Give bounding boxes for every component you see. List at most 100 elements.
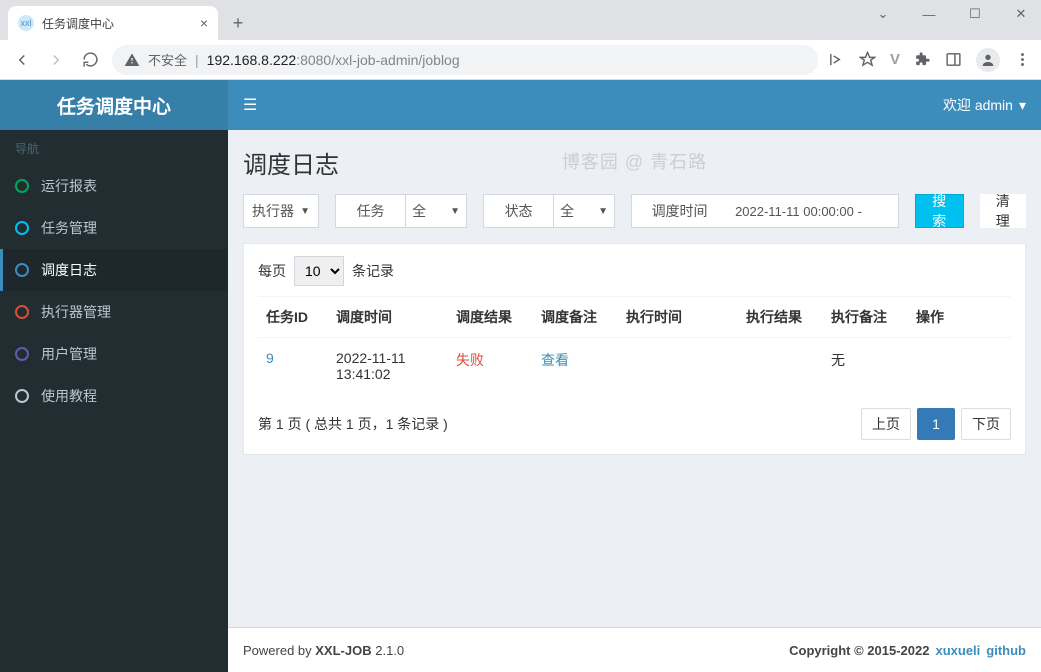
per-page-suffix: 条记录 <box>352 261 394 281</box>
maximize-icon[interactable]: ☐ <box>961 6 989 22</box>
menu-icon[interactable] <box>1014 51 1031 68</box>
circle-icon <box>15 389 29 403</box>
search-button[interactable]: 搜索 <box>915 194 963 228</box>
tab-title: 任务调度中心 <box>42 15 114 32</box>
window-controls: ⌄ — ☐ ✕ <box>869 6 1035 22</box>
insecure-label: 不安全 <box>148 50 187 69</box>
circle-icon <box>15 263 29 277</box>
circle-icon <box>15 305 29 319</box>
prev-page-button[interactable]: 上页 <box>861 408 911 440</box>
favicon-icon: xxl <box>18 15 34 31</box>
table-row: 9 2022-11-11 13:41:02 失败 查看 无 <box>258 338 1011 395</box>
nav-header: 导航 <box>0 130 228 165</box>
per-page-select[interactable]: 10 <box>294 256 344 286</box>
executor-select[interactable]: 执行器 ▼ <box>243 194 319 228</box>
caret-down-icon: ▾ <box>1019 97 1026 114</box>
sidebar: 任务调度中心 导航 运行报表 任务管理 调度日志 执行器管理 用户管理 使用教程 <box>0 80 228 672</box>
browser-tab[interactable]: xxl 任务调度中心 × <box>8 6 218 40</box>
next-page-button[interactable]: 下页 <box>961 408 1011 440</box>
star-icon[interactable] <box>859 51 876 68</box>
sidebar-item-label: 用户管理 <box>41 344 97 364</box>
extensions-icon[interactable] <box>914 51 931 68</box>
forward-button[interactable] <box>44 48 68 72</box>
profile-avatar-icon[interactable] <box>976 48 1000 72</box>
app: 任务调度中心 导航 运行报表 任务管理 调度日志 执行器管理 用户管理 使用教程… <box>0 80 1041 672</box>
welcome-text: 欢迎 admin <box>943 95 1013 115</box>
col-task-id: 任务ID <box>258 297 328 338</box>
page-1-button[interactable]: 1 <box>917 408 955 440</box>
sidepanel-icon[interactable] <box>945 51 962 68</box>
chevron-down-icon[interactable]: ⌄ <box>869 6 897 22</box>
col-sched-remark: 调度备注 <box>533 297 618 338</box>
status-label: 状态 <box>483 194 553 228</box>
table-header-row: 任务ID 调度时间 调度结果 调度备注 执行时间 执行结果 执行备注 操作 <box>258 297 1011 338</box>
sidebar-item-executor[interactable]: 执行器管理 <box>0 291 228 333</box>
select-value: 全 <box>412 201 426 221</box>
log-table: 任务ID 调度时间 调度结果 调度备注 执行时间 执行结果 执行备注 操作 9 <box>258 296 1011 394</box>
col-sched-result: 调度结果 <box>448 297 533 338</box>
share-icon[interactable] <box>828 51 845 68</box>
back-button[interactable] <box>10 48 34 72</box>
caret-down-icon: ▼ <box>300 206 310 217</box>
cell-exec-remark: 无 <box>823 338 908 395</box>
cell-exec-time <box>618 338 738 395</box>
content: 博客园 @ 青石路 调度日志 执行器▼ 任务 全▼ 状态 全▼ 调度时间 202… <box>228 130 1041 627</box>
close-window-icon[interactable]: ✕ <box>1007 6 1035 22</box>
user-menu[interactable]: 欢迎 admin ▾ <box>943 95 1026 115</box>
col-exec-remark: 执行备注 <box>823 297 908 338</box>
new-tab-button[interactable]: + <box>224 9 252 37</box>
table-panel: 每页 10 条记录 任务ID 调度时间 调度结果 调度备注 执行时间 执行结果 … <box>243 243 1026 455</box>
datetime-label: 调度时间 <box>631 194 727 228</box>
sidebar-item-joblog[interactable]: 调度日志 <box>0 249 228 291</box>
status-select[interactable]: 全▼ <box>553 194 615 228</box>
circle-icon <box>15 221 29 235</box>
datetime-input[interactable]: 2022-11-11 00:00:00 - <box>727 194 899 228</box>
footer-right: Copyright © 2015-2022xuxueligithub <box>789 643 1026 658</box>
col-action: 操作 <box>908 297 1011 338</box>
warning-icon <box>124 52 140 68</box>
hamburger-icon[interactable]: ☰ <box>243 95 257 115</box>
sidebar-item-user[interactable]: 用户管理 <box>0 333 228 375</box>
sidebar-item-help[interactable]: 使用教程 <box>0 375 228 417</box>
caret-down-icon: ▼ <box>598 206 608 217</box>
cell-sched-time: 2022-11-11 13:41:02 <box>328 338 448 395</box>
app-body: 任务调度中心 导航 运行报表 任务管理 调度日志 执行器管理 用户管理 使用教程… <box>0 80 1041 672</box>
url-text: 192.168.8.222:8080/xxl-job-admin/joblog <box>207 52 460 68</box>
cell-action[interactable] <box>908 338 1011 395</box>
view-remark-link[interactable]: 查看 <box>541 352 569 368</box>
page-title: 调度日志 <box>243 145 1026 180</box>
main: ☰ 欢迎 admin▾ 博客园 @ 青石路 调度日志 执行器▼ 任务 全▼ 状态… <box>228 80 1041 672</box>
clear-button[interactable]: 清理 <box>980 194 1026 228</box>
circle-icon <box>15 347 29 361</box>
task-select[interactable]: 全▼ <box>405 194 467 228</box>
caret-down-icon: ▼ <box>450 206 460 217</box>
sidebar-item-label: 使用教程 <box>41 386 97 406</box>
page-info: 第 1 页 ( 总共 1 页，1 条记录 ) <box>258 414 448 434</box>
sidebar-item-task[interactable]: 任务管理 <box>0 207 228 249</box>
github-link[interactable]: github <box>986 643 1026 658</box>
sidebar-item-report[interactable]: 运行报表 <box>0 165 228 207</box>
col-exec-result: 执行结果 <box>738 297 823 338</box>
reload-button[interactable] <box>78 48 102 72</box>
brand-logo[interactable]: 任务调度中心 <box>0 80 228 130</box>
col-exec-time: 执行时间 <box>618 297 738 338</box>
task-id-link[interactable]: 9 <box>266 350 274 366</box>
footer: Powered by XXL-JOB 2.1.0 Copyright © 201… <box>228 627 1041 672</box>
footer-left: Powered by XXL-JOB 2.1.0 <box>243 643 404 658</box>
vue-icon[interactable]: V <box>890 51 900 68</box>
sidebar-item-label: 任务管理 <box>41 218 97 238</box>
cell-exec-result <box>738 338 823 395</box>
datetime-value: 2022-11-11 00:00:00 - <box>735 204 862 219</box>
sidebar-item-label: 执行器管理 <box>41 302 111 322</box>
per-page-prefix: 每页 <box>258 261 286 281</box>
toolbar-icons: V <box>828 48 1031 72</box>
minimize-icon[interactable]: — <box>915 7 943 22</box>
close-tab-icon[interactable]: × <box>200 15 208 31</box>
select-label: 执行器 <box>252 201 294 221</box>
author-link[interactable]: xuxueli <box>935 643 980 658</box>
cell-sched-result: 失败 <box>456 352 484 368</box>
separator: | <box>195 52 199 68</box>
filter-bar: 执行器▼ 任务 全▼ 状态 全▼ 调度时间 2022-11-11 00:00:0… <box>243 194 1026 228</box>
address-row: 不安全 | 192.168.8.222:8080/xxl-job-admin/j… <box>0 40 1041 80</box>
address-bar[interactable]: 不安全 | 192.168.8.222:8080/xxl-job-admin/j… <box>112 45 818 75</box>
